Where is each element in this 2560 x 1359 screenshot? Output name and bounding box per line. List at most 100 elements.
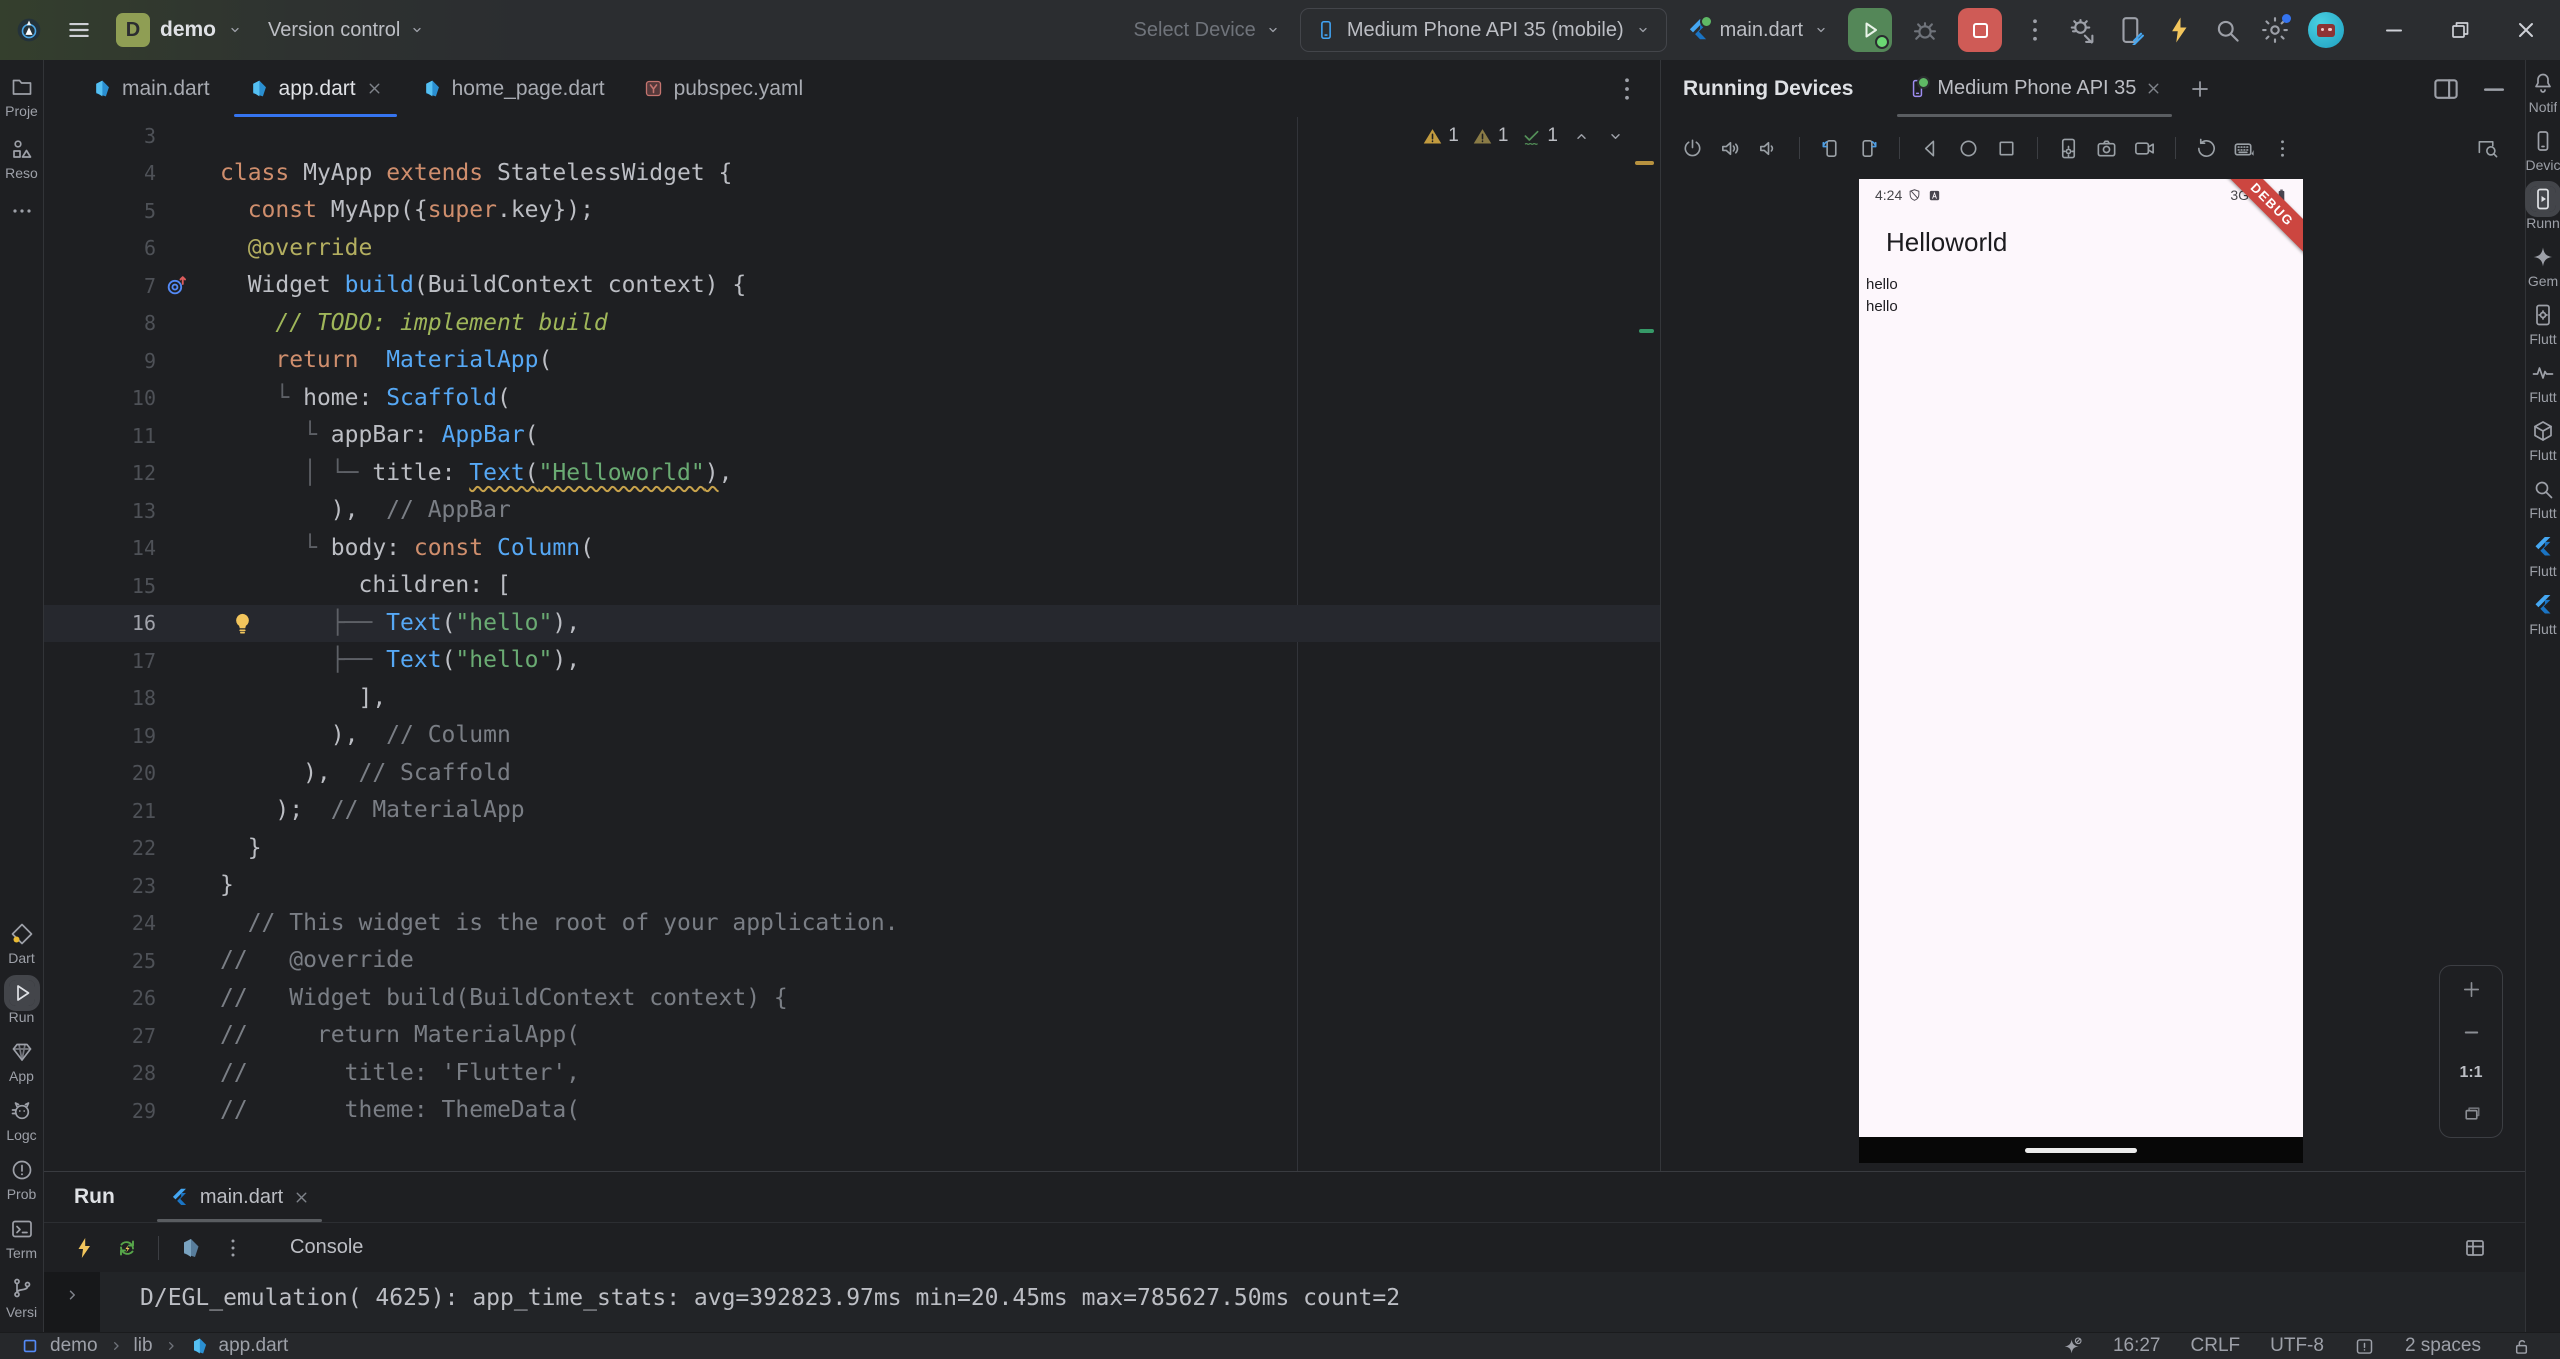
zoom-out-icon[interactable] xyxy=(2460,1021,2483,1044)
home-icon[interactable] xyxy=(1957,137,1980,160)
console-layout-icon[interactable] xyxy=(2463,1236,2487,1260)
intention-bulb-icon[interactable] xyxy=(230,611,255,636)
tool-stripe-flutter-inspector[interactable]: Flutt xyxy=(2526,476,2560,521)
settings-gear-icon[interactable] xyxy=(2260,15,2290,45)
weak-warnings-count[interactable]: 1 xyxy=(1472,125,1508,147)
warnings-count[interactable]: 1 xyxy=(1422,125,1459,147)
tool-stripe-flutter-attach[interactable]: Flutt xyxy=(2526,534,2560,579)
debug-button[interactable] xyxy=(1910,15,1940,45)
code-line-13[interactable]: 13 ), // AppBar xyxy=(44,492,1660,530)
power-icon[interactable] xyxy=(1681,137,1704,160)
add-device-icon[interactable] xyxy=(2188,77,2212,101)
ai-disabled-icon[interactable] xyxy=(2062,1336,2083,1357)
vcs-widget[interactable]: Version control xyxy=(268,19,426,42)
device-settings-icon[interactable] xyxy=(2057,137,2080,160)
rotate-right-icon[interactable] xyxy=(1857,137,1880,160)
code-line-23[interactable]: 23} xyxy=(44,867,1660,905)
override-gutter-icon[interactable] xyxy=(164,273,189,298)
zoom-in-icon[interactable] xyxy=(2460,978,2483,1001)
console-tab-label[interactable]: Console xyxy=(290,1236,363,1259)
hot-restart-icon[interactable] xyxy=(115,1236,139,1260)
line-separator[interactable]: CRLF xyxy=(2191,1335,2241,1357)
screen-zoom-icon[interactable] xyxy=(2476,137,2499,160)
hide-panel-icon[interactable] xyxy=(2479,74,2509,104)
editor-tab-app.dart[interactable]: app.dart xyxy=(229,60,402,117)
file-writable-icon[interactable] xyxy=(2511,1336,2532,1357)
next-problem-icon[interactable] xyxy=(1605,126,1626,147)
dart-vm-icon[interactable] xyxy=(178,1236,202,1260)
inspections-widget[interactable]: 1 1 1 xyxy=(1422,125,1626,147)
window-restore-icon[interactable] xyxy=(2448,18,2472,42)
stop-button[interactable] xyxy=(1958,8,2002,52)
tool-stripe-flutter-outline[interactable]: Flutt xyxy=(2526,418,2560,463)
snapshot-icon[interactable] xyxy=(2195,137,2218,160)
nav-handle[interactable] xyxy=(2025,1147,2137,1153)
editor-tab-home_page.dart[interactable]: home_page.dart xyxy=(402,60,624,117)
code-line-24[interactable]: 24 // This widget is the root of your ap… xyxy=(44,905,1660,943)
vol-up-icon[interactable] xyxy=(1719,137,1742,160)
tool-stripe-device-manager[interactable]: Devic xyxy=(2526,128,2560,173)
code-line-3[interactable]: 3 xyxy=(44,117,1660,155)
code-line-5[interactable]: 5 const MyApp({super.key}); xyxy=(44,192,1660,230)
inspection-widget-icon[interactable] xyxy=(2354,1336,2375,1357)
indent-setting[interactable]: 2 spaces xyxy=(2405,1335,2481,1357)
search-everywhere-icon[interactable] xyxy=(2212,15,2242,45)
code-line-11[interactable]: 11 └ appBar: AppBar( xyxy=(44,417,1660,455)
keyboard-icon[interactable] xyxy=(2233,137,2256,160)
code-line-26[interactable]: 26 // Widget build(BuildContext context) … xyxy=(44,980,1660,1018)
flutter-device-icon[interactable] xyxy=(2116,15,2146,45)
run-configuration[interactable]: main.dart xyxy=(1685,15,1830,43)
tool-stripe-flutter-tool[interactable]: Flutt xyxy=(2526,302,2560,347)
run-button[interactable] xyxy=(1848,8,1892,52)
tool-stripe-resource-manager[interactable]: Reso xyxy=(0,136,43,181)
close-tab-icon[interactable] xyxy=(366,80,383,97)
previous-problem-icon[interactable] xyxy=(1571,126,1592,147)
panel-layout-icon[interactable] xyxy=(2431,74,2461,104)
hot-reload-icon[interactable] xyxy=(2164,15,2194,45)
run-tab[interactable]: main.dart xyxy=(156,1172,323,1222)
code-line-25[interactable]: 25 // @override xyxy=(44,942,1660,980)
breadcrumb-item[interactable]: app.dart xyxy=(219,1335,289,1357)
code-line-19[interactable]: 19 ), // Column xyxy=(44,717,1660,755)
tab-options-icon[interactable] xyxy=(1612,74,1642,104)
tool-stripe-flutter-property-editor[interactable]: Flutt xyxy=(2526,592,2560,637)
code-line-8[interactable]: 8 // TODO: implement build xyxy=(44,305,1660,343)
back-icon[interactable] xyxy=(1919,137,1942,160)
grammar-ok-count[interactable]: 1 xyxy=(1521,125,1558,147)
file-encoding[interactable]: UTF-8 xyxy=(2270,1335,2324,1357)
vol-down-icon[interactable] xyxy=(1757,137,1780,160)
tool-stripe-logcat[interactable]: Logc xyxy=(0,1098,43,1143)
tool-stripe-version-control[interactable]: Versi xyxy=(0,1275,43,1320)
tool-stripe-dart-analysis[interactable]: Dart xyxy=(0,921,43,966)
code-line-20[interactable]: 20 ), // Scaffold xyxy=(44,755,1660,793)
code-line-22[interactable]: 22 } xyxy=(44,830,1660,868)
tool-stripe-gemini[interactable]: Gem xyxy=(2526,244,2560,289)
console-more-icon[interactable] xyxy=(221,1236,245,1260)
code-line-6[interactable]: 6 @override xyxy=(44,230,1660,268)
emulator-screen[interactable]: 4:24 3G DEBUG Helloworld hello hello xyxy=(1859,179,2303,1163)
code-line-16[interactable]: 16 ├── Text("hello"), xyxy=(44,604,1660,642)
code-line-10[interactable]: 10 └ home: Scaffold( xyxy=(44,380,1660,418)
code-line-15[interactable]: 15 children: [ xyxy=(44,567,1660,605)
more-run-actions-icon[interactable] xyxy=(2020,15,2050,45)
tool-stripe-terminal[interactable]: Term xyxy=(0,1216,43,1261)
close-run-tab-icon[interactable] xyxy=(293,1189,310,1206)
code-line-17[interactable]: 17 ├── Text("hello"), xyxy=(44,642,1660,680)
code-line-28[interactable]: 28 // title: 'Flutter', xyxy=(44,1055,1660,1093)
code-line-18[interactable]: 18 ], xyxy=(44,680,1660,718)
breadcrumb-item[interactable]: lib xyxy=(134,1335,153,1357)
console-output[interactable]: D/EGL_emulation( 4625): app_time_stats: … xyxy=(44,1272,2525,1332)
close-device-tab-icon[interactable] xyxy=(2145,80,2162,97)
scrollbar-warning-mark[interactable] xyxy=(1635,161,1654,165)
tool-stripe-running-devices[interactable]: Runn xyxy=(2525,181,2560,231)
code-line-14[interactable]: 14 └ body: const Column( xyxy=(44,530,1660,568)
hot-reload-icon[interactable] xyxy=(72,1236,96,1260)
overview-icon[interactable] xyxy=(1995,137,2018,160)
select-device-dropdown[interactable]: Select Device xyxy=(1134,19,1282,42)
code-line-9[interactable]: 9 return MaterialApp( xyxy=(44,342,1660,380)
fold-chevron-icon[interactable] xyxy=(63,1286,81,1304)
scrollbar-todo-mark[interactable] xyxy=(1639,329,1654,333)
device-tab[interactable]: Medium Phone API 35 xyxy=(1897,60,2173,117)
cursor-position[interactable]: 16:27 xyxy=(2113,1335,2161,1357)
code-line-12[interactable]: 12 │ └─ title: Text("Helloworld"), xyxy=(44,455,1660,493)
